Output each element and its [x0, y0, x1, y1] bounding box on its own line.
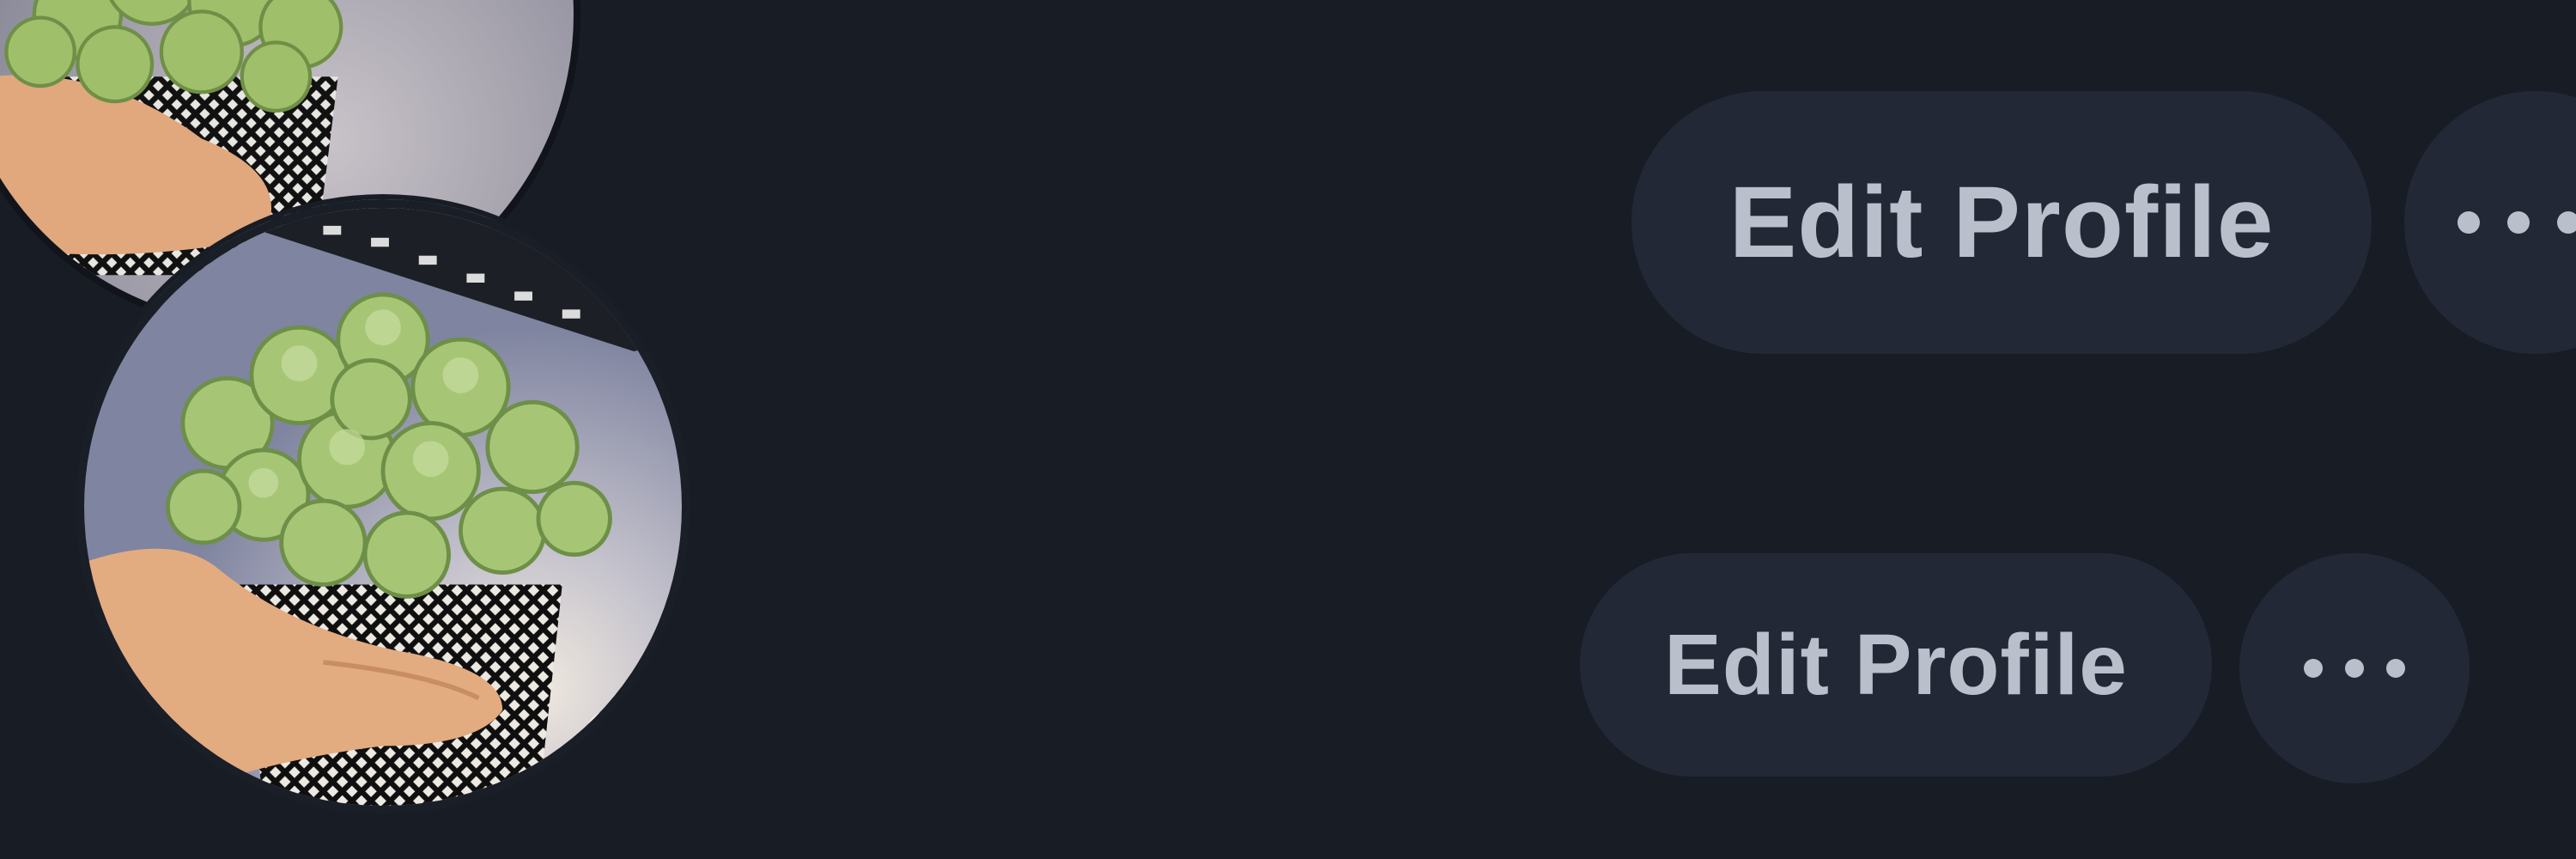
edit-profile-button-large[interactable]: Edit Profile — [1631, 91, 2372, 354]
profile-header-preview: Edit Profile Edit Profile — [0, 0, 2576, 859]
more-options-button[interactable] — [2239, 553, 2470, 783]
more-horizontal-icon — [2293, 659, 2416, 678]
more-horizontal-icon — [2444, 211, 2576, 234]
edit-profile-button[interactable]: Edit Profile — [1580, 553, 2212, 777]
edit-profile-label: Edit Profile — [1664, 616, 2128, 713]
edit-profile-label: Edit Profile — [1728, 166, 2275, 279]
more-options-button-large[interactable] — [2404, 91, 2576, 354]
avatar-photo — [84, 208, 682, 806]
avatar[interactable] — [76, 199, 690, 814]
